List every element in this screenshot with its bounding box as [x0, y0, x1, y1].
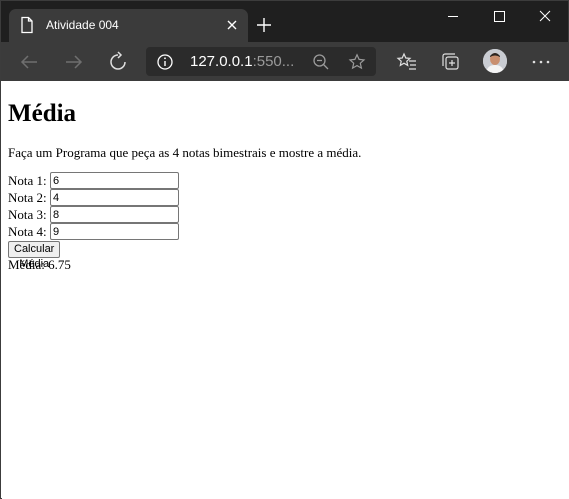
- favorites-icon[interactable]: [396, 51, 418, 73]
- page-description: Faça um Programa que peça as 4 notas bim…: [8, 145, 362, 160]
- browser-toolbar: 127.0.0.1:550...: [1, 42, 568, 81]
- grade-input-1[interactable]: [50, 172, 179, 189]
- maximize-icon[interactable]: [476, 1, 522, 31]
- zoom-out-icon[interactable]: [312, 53, 330, 71]
- url-host: 127.0.0.1: [190, 53, 253, 70]
- page-content: Média Faça um Programa que peça as 4 not…: [2, 81, 569, 499]
- grade-input-3[interactable]: [50, 206, 179, 223]
- avatar[interactable]: [483, 49, 507, 73]
- address-bar[interactable]: 127.0.0.1:550...: [146, 47, 376, 76]
- page-icon: [21, 16, 33, 34]
- url-port: :550...: [252, 53, 295, 70]
- grade-label-1: Nota 1:: [8, 173, 47, 188]
- profile-picture: [483, 49, 507, 73]
- arrow-right-icon[interactable]: [63, 51, 85, 73]
- url-text[interactable]: 127.0.0.1:550...: [190, 54, 294, 70]
- grade-label-2: Nota 2:: [8, 190, 47, 205]
- collections-icon[interactable]: [440, 51, 462, 73]
- more-icon[interactable]: [530, 51, 552, 73]
- calculate-average-button[interactable]: Calcular Média: [8, 241, 61, 270]
- plus-icon[interactable]: [255, 16, 273, 34]
- grade-label-3: Nota 3:: [8, 207, 47, 222]
- tab-atividade-004[interactable]: Atividade 004: [9, 9, 248, 42]
- close-icon[interactable]: [225, 18, 239, 32]
- tab-title: Atividade 004: [46, 18, 119, 32]
- refresh-icon[interactable]: [107, 51, 129, 73]
- window-close-icon[interactable]: [522, 1, 568, 31]
- page-title: Média: [8, 100, 77, 127]
- grade-input-2[interactable]: [50, 189, 179, 206]
- grade-label-4: Nota 4:: [8, 224, 47, 239]
- browser-window: Atividade 004 127.0.0.1:550... Média Faç…: [0, 0, 569, 499]
- arrow-left-icon[interactable]: [18, 51, 40, 73]
- minimize-icon[interactable]: [430, 1, 476, 31]
- grade-input-4[interactable]: [50, 223, 179, 240]
- star-icon[interactable]: [348, 53, 366, 71]
- average-result: Média: 6.75: [8, 257, 71, 272]
- title-bar: Atividade 004: [1, 1, 568, 42]
- info-icon[interactable]: [156, 53, 174, 71]
